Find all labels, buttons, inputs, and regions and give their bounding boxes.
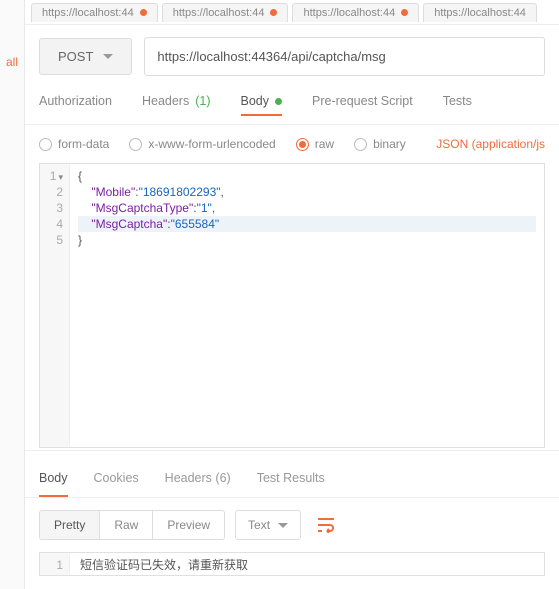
tab-bar: https://localhost:44 https://localhost:4… bbox=[25, 0, 559, 25]
tab-prerequest[interactable]: Pre-request Script bbox=[312, 88, 413, 116]
radio-icon bbox=[296, 138, 309, 151]
sidebar-all[interactable]: all bbox=[0, 0, 24, 69]
chevron-down-icon bbox=[103, 54, 113, 59]
radio-urlencoded[interactable]: x-www-form-urlencoded bbox=[129, 137, 275, 151]
content-type-dropdown[interactable]: JSON (application/js bbox=[436, 137, 545, 151]
radio-label: form-data bbox=[58, 137, 109, 151]
url-input[interactable] bbox=[144, 37, 545, 76]
view-mode-group: Pretty Raw Preview bbox=[39, 510, 225, 540]
pretty-button[interactable]: Pretty bbox=[40, 511, 100, 539]
mobile-value: "18691802293" bbox=[139, 185, 221, 199]
radio-icon bbox=[129, 138, 142, 151]
line-number: 1 bbox=[40, 557, 63, 573]
response-tab-cookies[interactable]: Cookies bbox=[94, 465, 139, 497]
dot-icon bbox=[140, 9, 147, 16]
tab-label: https://localhost:44 bbox=[42, 7, 134, 19]
format-dropdown[interactable]: Text bbox=[235, 510, 301, 540]
line-number: 3 bbox=[40, 200, 63, 216]
response-tab-tests[interactable]: Test Results bbox=[257, 465, 325, 497]
method-label: POST bbox=[58, 49, 93, 64]
headers-label: Headers bbox=[142, 94, 189, 108]
resp-headers-count: (6) bbox=[215, 471, 230, 485]
tab-headers[interactable]: Headers (1) bbox=[142, 88, 211, 116]
headers-count: (1) bbox=[195, 94, 210, 108]
wrap-lines-button[interactable] bbox=[311, 510, 341, 540]
captcha-type-value: "1" bbox=[197, 201, 212, 215]
request-tab[interactable]: https://localhost:44 bbox=[31, 3, 158, 22]
tab-label: https://localhost:44 bbox=[303, 7, 395, 19]
radio-icon bbox=[354, 138, 367, 151]
captcha-value: "655584" bbox=[171, 217, 220, 231]
radio-label: raw bbox=[315, 137, 334, 151]
preview-button[interactable]: Preview bbox=[153, 511, 224, 539]
radio-icon bbox=[39, 138, 52, 151]
line-number: 1 bbox=[40, 168, 63, 184]
tab-authorization[interactable]: Authorization bbox=[39, 88, 112, 116]
request-body-editor[interactable]: 1 2 3 4 5 { "Mobile":"18691802293", "Msg… bbox=[39, 163, 545, 448]
response-text: 短信验证码已失效，请重新获取 bbox=[70, 553, 544, 575]
request-tab[interactable]: https://localhost:44 bbox=[292, 3, 419, 22]
request-tab[interactable]: https://localhost:44 bbox=[423, 3, 537, 22]
format-label: Text bbox=[248, 518, 270, 532]
radio-form-data[interactable]: form-data bbox=[39, 137, 109, 151]
line-gutter: 1 bbox=[40, 553, 70, 575]
line-number: 2 bbox=[40, 184, 63, 200]
dot-icon bbox=[401, 9, 408, 16]
tab-body[interactable]: Body bbox=[241, 88, 283, 116]
response-tab-headers[interactable]: Headers (6) bbox=[165, 465, 231, 497]
code-area[interactable]: { "Mobile":"18691802293", "MsgCaptchaTyp… bbox=[70, 164, 544, 447]
tab-label: https://localhost:44 bbox=[173, 7, 265, 19]
dot-icon bbox=[275, 98, 282, 105]
resp-headers-label: Headers bbox=[165, 471, 212, 485]
response-body[interactable]: 1 短信验证码已失效，请重新获取 bbox=[39, 552, 545, 576]
chevron-down-icon bbox=[278, 523, 288, 528]
radio-label: x-www-form-urlencoded bbox=[148, 137, 275, 151]
line-number: 5 bbox=[40, 232, 63, 248]
tab-label: https://localhost:44 bbox=[434, 7, 526, 19]
line-number: 4 bbox=[40, 216, 63, 232]
tab-tests[interactable]: Tests bbox=[443, 88, 472, 116]
line-gutter: 1 2 3 4 5 bbox=[40, 164, 70, 447]
body-label: Body bbox=[241, 94, 270, 108]
radio-label: binary bbox=[373, 137, 406, 151]
request-tab[interactable]: https://localhost:44 bbox=[162, 3, 289, 22]
radio-raw[interactable]: raw bbox=[296, 137, 334, 151]
response-tab-body[interactable]: Body bbox=[39, 465, 68, 497]
dot-icon bbox=[270, 9, 277, 16]
method-dropdown[interactable]: POST bbox=[39, 38, 132, 75]
raw-button[interactable]: Raw bbox=[100, 511, 153, 539]
radio-binary[interactable]: binary bbox=[354, 137, 406, 151]
